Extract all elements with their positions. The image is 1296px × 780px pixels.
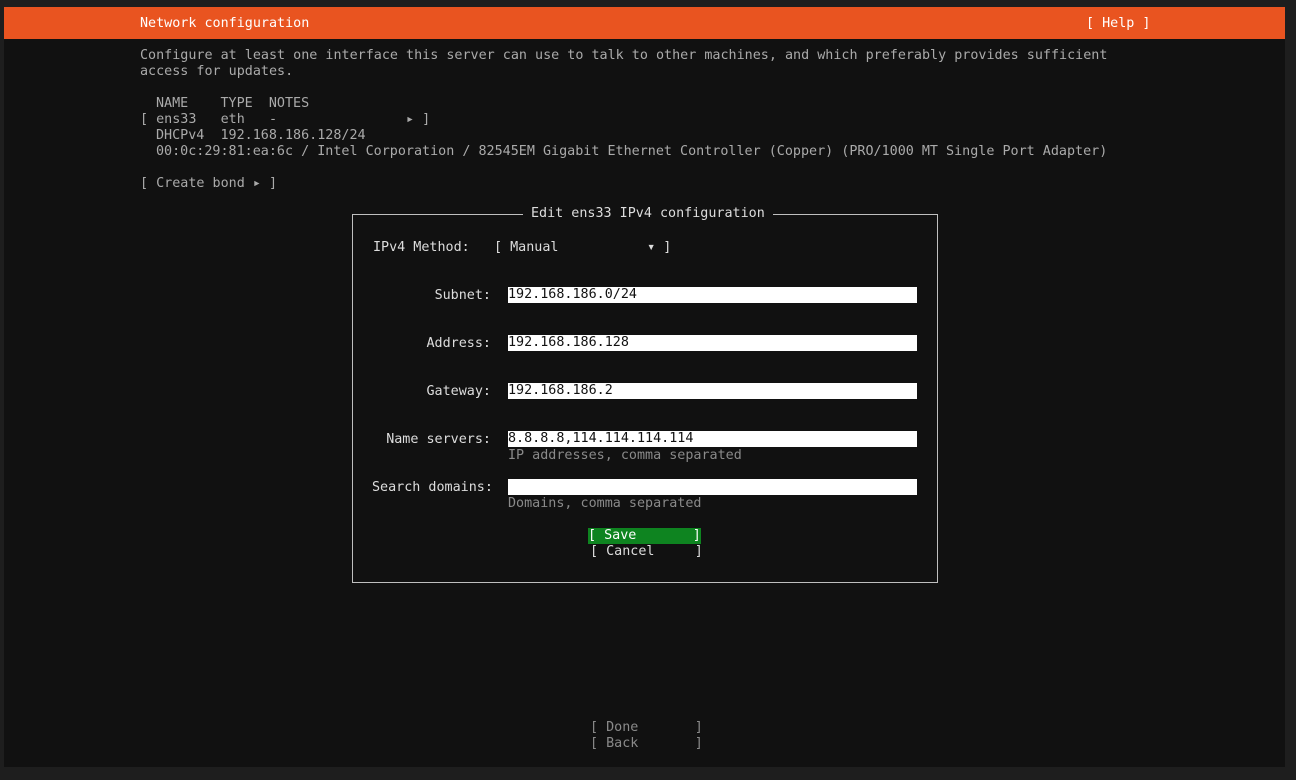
interface-table-headers: NAME TYPE NOTES <box>156 96 310 111</box>
interface-hardware-info: 00:0c:29:81:ea:6c / Intel Corporation / … <box>156 144 1108 159</box>
ipv4-method-label: IPv4 Method: <box>373 240 470 255</box>
create-bond-button[interactable]: [ Create bond ▸ ] <box>140 176 277 192</box>
address-field[interactable]: 192.168.186.128 <box>508 335 917 351</box>
address-label: Address: <box>426 336 492 351</box>
back-button[interactable]: [ Back ] <box>590 736 703 752</box>
intro-line-1: Configure at least one interface this se… <box>140 48 1108 63</box>
edit-ipv4-dialog: Edit ens33 IPv4 configuration IPv4 Metho… <box>352 206 938 583</box>
title-bar: Network configuration [ Help ] <box>4 7 1285 39</box>
dialog-title: Edit ens33 IPv4 configuration <box>523 206 773 222</box>
cancel-button[interactable]: [ Cancel ] <box>590 544 703 560</box>
interface-row-ens33[interactable]: [ ens33 eth - ▸ ] <box>140 112 430 128</box>
search-domains-field[interactable] <box>508 479 917 495</box>
ipv4-method-select[interactable]: [ Manual ▾ ] <box>494 240 671 256</box>
subnet-field[interactable]: 192.168.186.0/24 <box>508 287 917 303</box>
search-domains-label: Search domains: <box>372 480 493 495</box>
subnet-label: Subnet: <box>434 288 491 303</box>
save-button[interactable]: [ Save ] <box>588 528 701 544</box>
name-servers-hint: IP addresses, comma separated <box>508 448 742 463</box>
interface-dhcp-info: DHCPv4 192.168.186.128/24 <box>156 128 366 143</box>
help-button[interactable]: [ Help ] <box>1086 16 1151 32</box>
gateway-field[interactable]: 192.168.186.2 <box>508 383 917 399</box>
name-servers-field[interactable]: 8.8.8.8,114.114.114.114 <box>508 431 917 447</box>
intro-line-2: access for updates. <box>140 64 294 79</box>
done-button[interactable]: [ Done ] <box>590 720 703 736</box>
name-servers-label: Name servers: <box>386 432 491 447</box>
page-title: Network configuration <box>140 16 310 31</box>
search-domains-hint: Domains, comma separated <box>508 496 702 511</box>
gateway-label: Gateway: <box>426 384 492 399</box>
